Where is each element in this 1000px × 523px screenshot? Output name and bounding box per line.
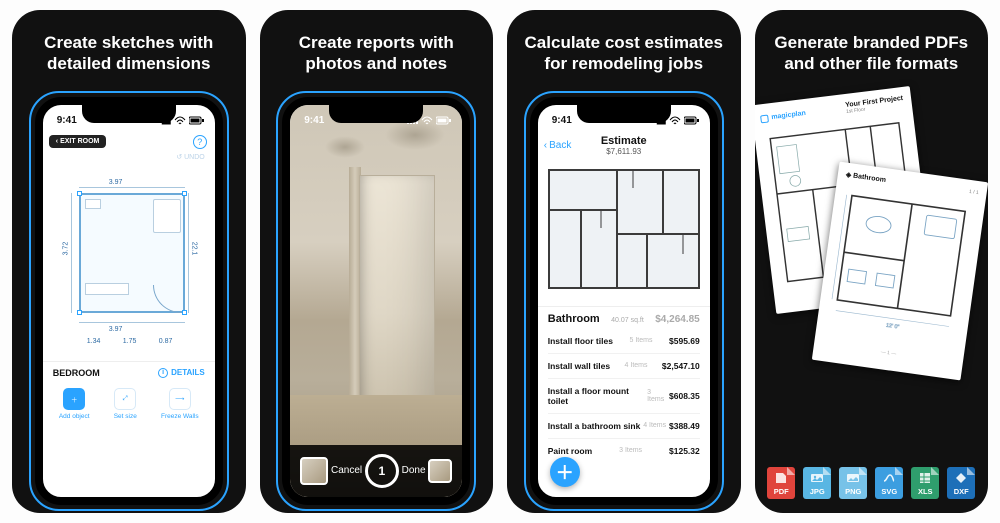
room-outline[interactable] [79,193,185,313]
dimension-label: 3.97 [109,326,123,333]
dimension-label: 1.75 [123,338,137,345]
dimension-label: 3.72 [62,241,69,255]
camera-controls: Cancel 1 Done [290,445,462,497]
camera-viewfinder[interactable] [290,105,462,497]
phone-frame: 9:41 ‹ EXIT ROOM ? ↺ UNDO [29,91,229,511]
phone-frame: 9:41 ‹ Back Estimate $7,611.93 [524,91,724,511]
headline: Create sketches with detailed dimensions [24,32,234,75]
gallery-thumbnail[interactable] [428,459,452,483]
line-item[interactable]: Install wall tiles 4 Items $2,547.10 [548,354,700,379]
dimension-label: 1.34 [87,338,101,345]
format-dxf[interactable]: DXF [946,467,976,499]
status-time: 9:41 [304,115,324,126]
door-icon[interactable] [153,285,181,313]
battery-icon [189,116,205,125]
add-item-button[interactable]: ＋ [550,457,580,487]
estimate-line-items: Install floor tiles 5 Items $595.69 Inst… [538,329,710,463]
undo-button[interactable]: ↺ UNDO [176,154,204,161]
lock-icon: ⟶ [169,388,191,410]
cancel-button[interactable]: Cancel [331,465,362,476]
headline: Generate branded PDFs and other file for… [767,32,977,75]
battery-icon [684,116,700,125]
svg-text:12' 0": 12' 0" [886,322,900,330]
chevron-left-icon: ‹ [56,138,58,145]
export-preview: magicplan Your First Project 1st Floor [761,95,981,425]
shutter-button[interactable]: 1 [365,454,399,488]
headline: Create reports with photos and notes [272,32,482,75]
format-xls[interactable]: XLS [910,467,940,499]
resize-handle[interactable] [77,191,82,196]
set-size-button[interactable]: ⤢ Set size [114,388,137,420]
promo-card-reports: Create reports with photos and notes 9:4… [260,10,494,513]
done-button[interactable]: Done [402,465,426,476]
freeze-walls-button[interactable]: ⟶ Freeze Walls [161,388,199,420]
furniture-closet[interactable] [85,199,101,209]
line-item[interactable]: Install a bathroom sink 4 Items $388.49 [548,414,700,439]
plus-icon: ＋ [556,459,574,485]
info-icon: i [158,368,168,378]
status-time: 9:41 [552,115,572,126]
format-png[interactable]: PNG [838,467,868,499]
phone-notch [329,105,423,123]
photo-thumbnail[interactable] [300,457,328,485]
promo-card-export: Generate branded PDFs and other file for… [755,10,989,513]
promo-card-sketches: Create sketches with detailed dimensions… [12,10,246,513]
resize-handle[interactable] [182,191,187,196]
floor-sketch[interactable]: 3.97 3.97 3.72 22.1 1.34 1.75 0.87 [49,165,209,355]
add-object-button[interactable]: ＋ Add object [59,388,90,420]
status-time: 9:41 [57,115,77,126]
phone-notch [82,105,176,123]
promo-card-estimate: Calculate cost estimates for remodeling … [507,10,741,513]
format-pdf[interactable]: PDF [766,467,796,499]
dimension-label: 0.87 [159,338,173,345]
wifi-icon [421,116,433,125]
floor-plan-preview[interactable] [543,164,705,300]
shot-count: 1 [379,464,386,478]
format-jpg[interactable]: JPG [802,467,832,499]
phone-notch [577,105,671,123]
resize-icon: ⤢ [114,388,136,410]
back-button[interactable]: ‹ Back [544,140,572,151]
chevron-left-icon: ‹ [544,140,547,151]
room-name-label: BEDROOM [53,368,100,378]
dimension-label: 3.97 [109,179,123,186]
exit-room-button[interactable]: ‹ EXIT ROOM [49,135,107,148]
sketch-action-bar: ＋ Add object ⤢ Set size ⟶ Freeze Walls [43,382,215,420]
plus-icon: ＋ [63,388,85,410]
line-item[interactable]: Install floor tiles 5 Items $595.69 [548,329,700,354]
headline: Calculate cost estimates for remodeling … [519,32,729,75]
line-item[interactable]: Install a floor mount toilet 3 Items $60… [548,379,700,414]
dimension-label: 22.1 [190,241,197,255]
exported-document: ◈ Bathroom 1 / 1 [812,161,988,380]
resize-handle[interactable] [77,310,82,315]
page-title: Estimate $7,611.93 [601,135,647,156]
furniture-bed[interactable] [153,199,181,233]
export-formats: PDF JPG PNG SVG XLS DXF [755,467,989,499]
phone-frame: 9:41 Cancel 1 Done [276,91,476,511]
brand-logo: magicplan [760,109,806,123]
format-svg[interactable]: SVG [874,467,904,499]
resize-handle[interactable] [182,310,187,315]
wifi-icon [669,116,681,125]
help-icon[interactable]: ? [193,135,207,149]
logo-icon [760,114,769,123]
estimate-section-header[interactable]: Bathroom 40.07 sq.ft $4,264.85 [538,306,710,329]
wifi-icon [174,116,186,125]
battery-icon [436,116,452,125]
furniture-desk[interactable] [85,283,129,295]
details-button[interactable]: i DETAILS [158,368,205,378]
